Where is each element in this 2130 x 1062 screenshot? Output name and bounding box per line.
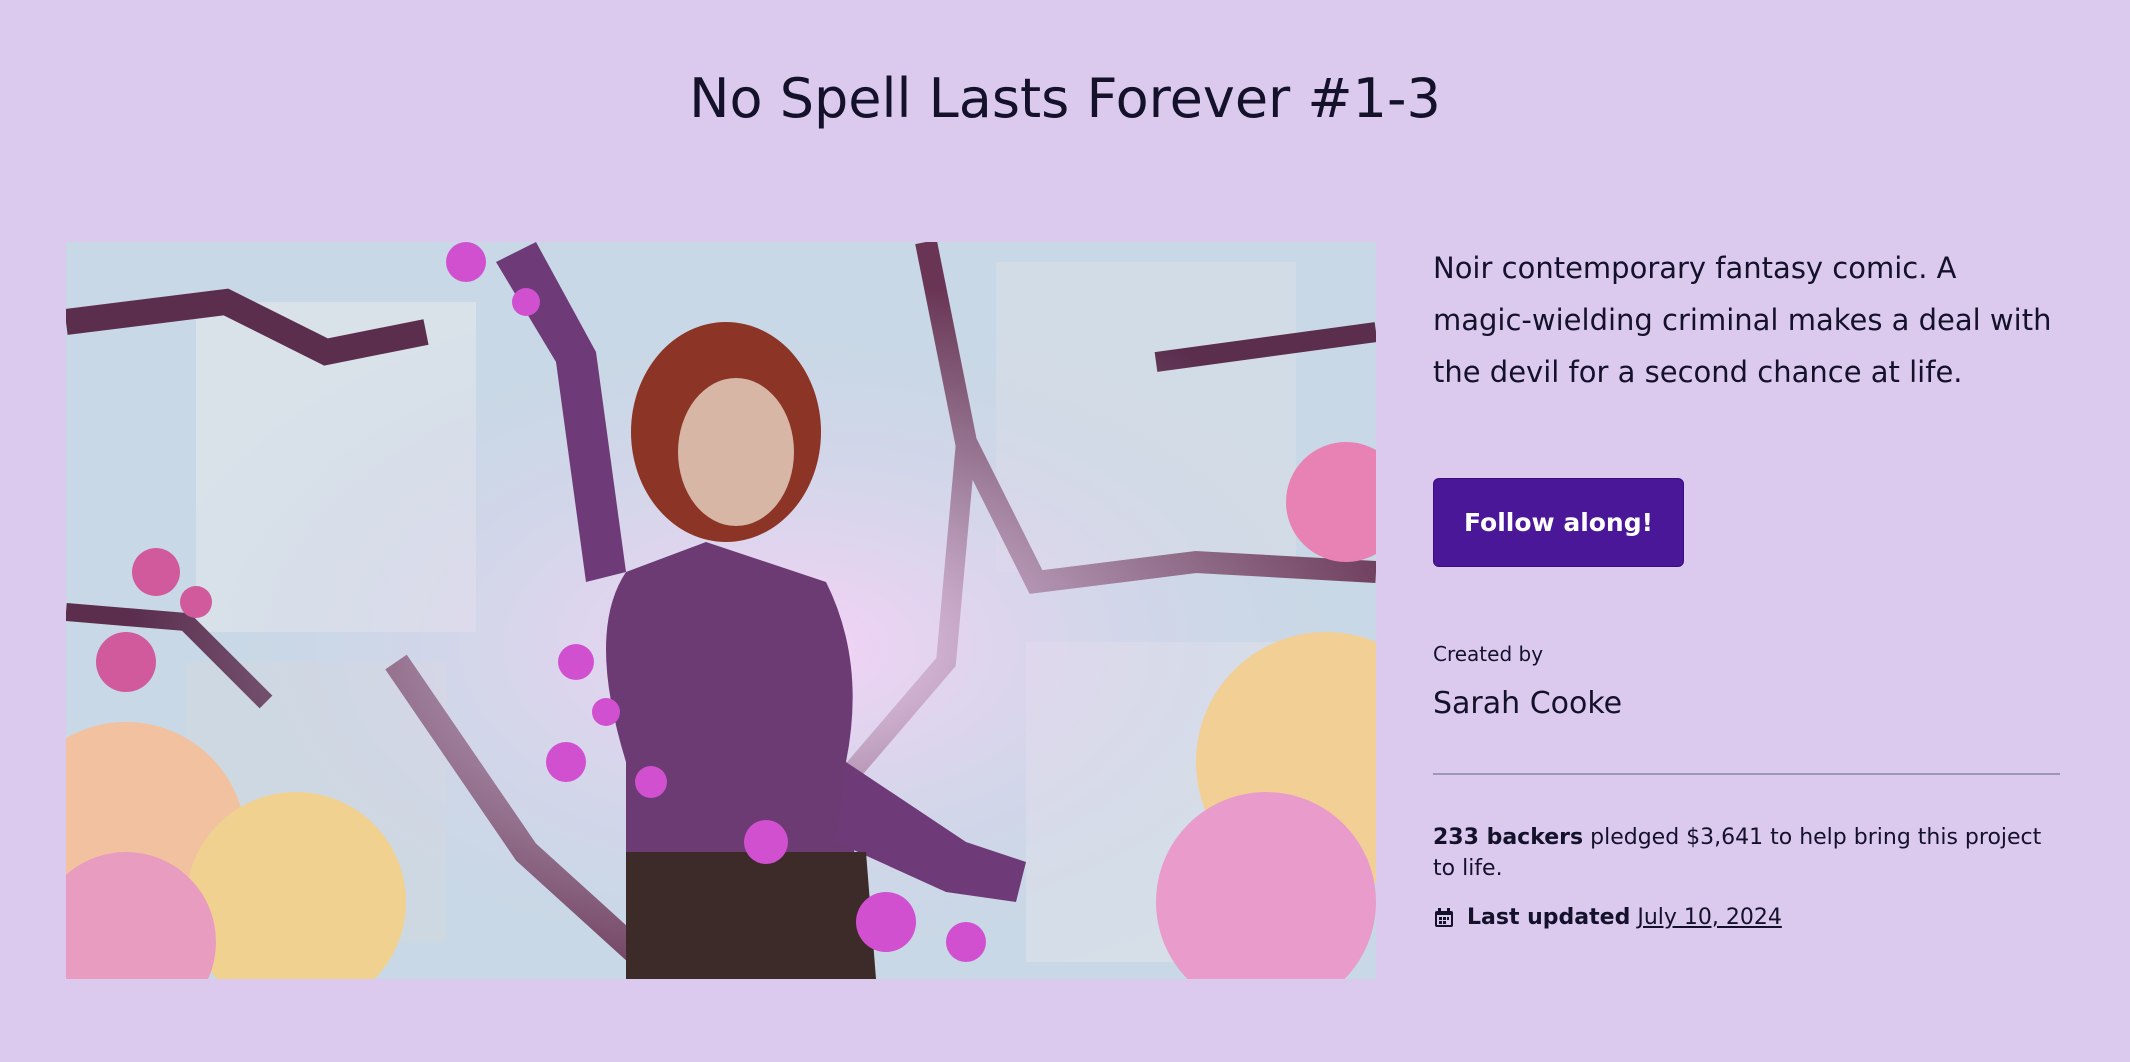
divider xyxy=(1433,773,2060,775)
hero-image xyxy=(66,242,1376,979)
last-updated-label: Last updated xyxy=(1467,905,1631,930)
follow-along-button[interactable]: Follow along! xyxy=(1433,478,1684,567)
backers-count: 233 backers xyxy=(1433,825,1584,850)
project-sidebar: Noir contemporary fantasy comic. A magic… xyxy=(1433,242,2063,930)
calendar-icon xyxy=(1433,907,1455,929)
last-updated: Last updated July 10, 2024 xyxy=(1433,903,1782,933)
last-updated-date-link[interactable]: July 10, 2024 xyxy=(1637,903,1782,933)
project-description: Noir contemporary fantasy comic. A magic… xyxy=(1433,251,2052,389)
page-title: No Spell Lasts Forever #1-3 xyxy=(689,67,1441,130)
pledge-summary: 233 backers pledged $3,641 to help bring… xyxy=(1433,822,2053,884)
created-by-label: Created by xyxy=(1433,642,1544,666)
creator-name: Sarah Cooke xyxy=(1433,686,1623,721)
